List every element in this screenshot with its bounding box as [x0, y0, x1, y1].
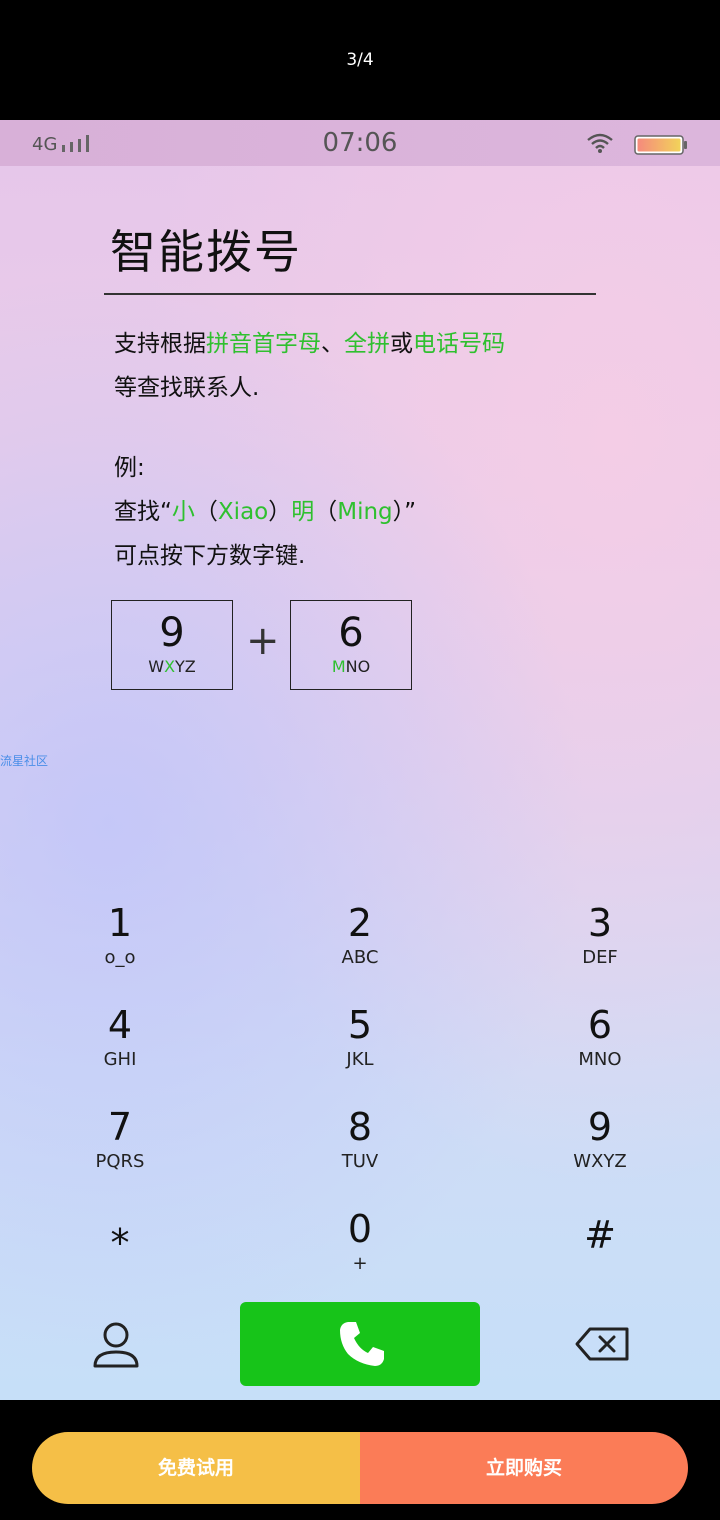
example-key-digit: 9 [159, 610, 185, 656]
example-key-letters: WXYZ [112, 657, 232, 676]
purchase-buttons: 免费试用 立即购买 [32, 1432, 688, 1504]
battery-icon [634, 135, 687, 155]
key-6[interactable]: 6 MNO [500, 1002, 700, 1072]
key-digit: 6 [587, 1003, 613, 1047]
key-0[interactable]: 0 + [260, 1206, 460, 1276]
key-letters: o_o [104, 947, 136, 968]
key-digit: 7 [107, 1105, 133, 1149]
guide-example: 例: 查找“小（Xiao）明（Ming）” 可点按下方数字键. [114, 446, 416, 578]
example-label: 例: [114, 455, 145, 481]
viewer-top-bar: 3/4 [0, 0, 720, 120]
example-text: ）” [392, 499, 417, 525]
desc-highlight: 全拼 [344, 331, 390, 357]
status-bar: 4G 07:06 [0, 120, 720, 166]
key-digit: # [584, 1213, 616, 1257]
key-letters: YZ [175, 657, 196, 676]
guide-title: 智能拨号 [110, 225, 302, 279]
key-letters: NO [345, 657, 371, 676]
buy-now-button[interactable]: 立即购买 [360, 1432, 688, 1504]
example-key-digit: 6 [338, 610, 364, 656]
example-text: （ [194, 499, 218, 525]
key-2[interactable]: 2 ABC [260, 900, 460, 970]
desc-highlight: 电话号码 [413, 331, 505, 357]
page-indicator: 3/4 [346, 50, 374, 70]
key-4[interactable]: 4 GHI [20, 1002, 220, 1072]
key-letters: W [148, 657, 165, 676]
backspace-icon[interactable] [574, 1326, 630, 1362]
key-1[interactable]: 1 o_o [20, 900, 220, 970]
example-key-9: 9 WXYZ [111, 600, 233, 690]
purchase-bar: 免费试用 立即购买 [0, 1400, 720, 1520]
key-3[interactable]: 3 DEF [500, 900, 700, 970]
key-letters: ABC [341, 947, 379, 968]
key-digit: 9 [587, 1105, 613, 1149]
example-highlight: 小 [171, 499, 195, 525]
description-line-1: 支持根据拼音首字母、全拼或电话号码 [114, 322, 505, 366]
phone-icon [340, 1322, 384, 1366]
key-digit: 0 [347, 1207, 373, 1251]
plus-sign: + [246, 618, 280, 664]
key-hash[interactable]: # [500, 1212, 700, 1258]
key-star[interactable]: * [20, 1220, 220, 1266]
desc-highlight: 拼音首字母 [206, 331, 321, 357]
key-digit: 2 [347, 901, 373, 945]
key-letters: GHI [103, 1049, 137, 1070]
wifi-icon [587, 133, 613, 153]
key-7[interactable]: 7 PQRS [20, 1104, 220, 1174]
example-highlight: Ming [337, 499, 393, 525]
title-divider [104, 293, 596, 295]
key-5[interactable]: 5 JKL [260, 1002, 460, 1072]
example-highlight: Xiao [217, 499, 269, 525]
example-text: （ [314, 499, 338, 525]
desc-text: 或 [390, 331, 413, 357]
call-button[interactable] [240, 1302, 480, 1386]
key-digit: 1 [107, 901, 133, 945]
example-text: 查找“ [114, 499, 172, 525]
example-text: ） [268, 499, 292, 525]
description-line-2: 等查找联系人. [114, 375, 260, 401]
key-digit: 5 [347, 1003, 373, 1047]
key-digit: 4 [107, 1003, 133, 1047]
example-line-2: 查找“小（Xiao）明（Ming）” [114, 490, 416, 534]
contacts-icon[interactable] [92, 1320, 140, 1370]
key-digit: 3 [587, 901, 613, 945]
desc-text: 、 [321, 331, 344, 357]
guide-description: 支持根据拼音首字母、全拼或电话号码 等查找联系人. [114, 322, 505, 410]
key-letters: WXYZ [573, 1151, 627, 1172]
key-letters: MNO [578, 1049, 622, 1070]
key-letter-highlight: M [331, 657, 346, 676]
key-letter-highlight: X [164, 657, 176, 676]
key-digit: * [110, 1221, 130, 1265]
example-line-3: 可点按下方数字键. [114, 543, 306, 569]
key-letters: PQRS [95, 1151, 145, 1172]
key-letters: TUV [341, 1151, 379, 1172]
desc-text: 支持根据 [114, 331, 206, 357]
example-key-6: 6 MNO [290, 600, 412, 690]
key-8[interactable]: 8 TUV [260, 1104, 460, 1174]
key-digit: 8 [347, 1105, 373, 1149]
key-9[interactable]: 9 WXYZ [500, 1104, 700, 1174]
example-key-letters: MNO [291, 657, 411, 676]
watermark: 流星社区 [0, 754, 49, 768]
dial-actions [0, 1302, 720, 1386]
phone-screenshot: 4G 07:06 智能拨号 支持根据拼音首字母、全拼或电话号码 等查找联系人. … [0, 120, 720, 1400]
free-trial-button[interactable]: 免费试用 [32, 1432, 360, 1504]
key-letters: JKL [346, 1049, 374, 1070]
key-letters: + [352, 1253, 368, 1274]
example-highlight: 明 [291, 499, 315, 525]
key-letters: DEF [582, 947, 618, 968]
